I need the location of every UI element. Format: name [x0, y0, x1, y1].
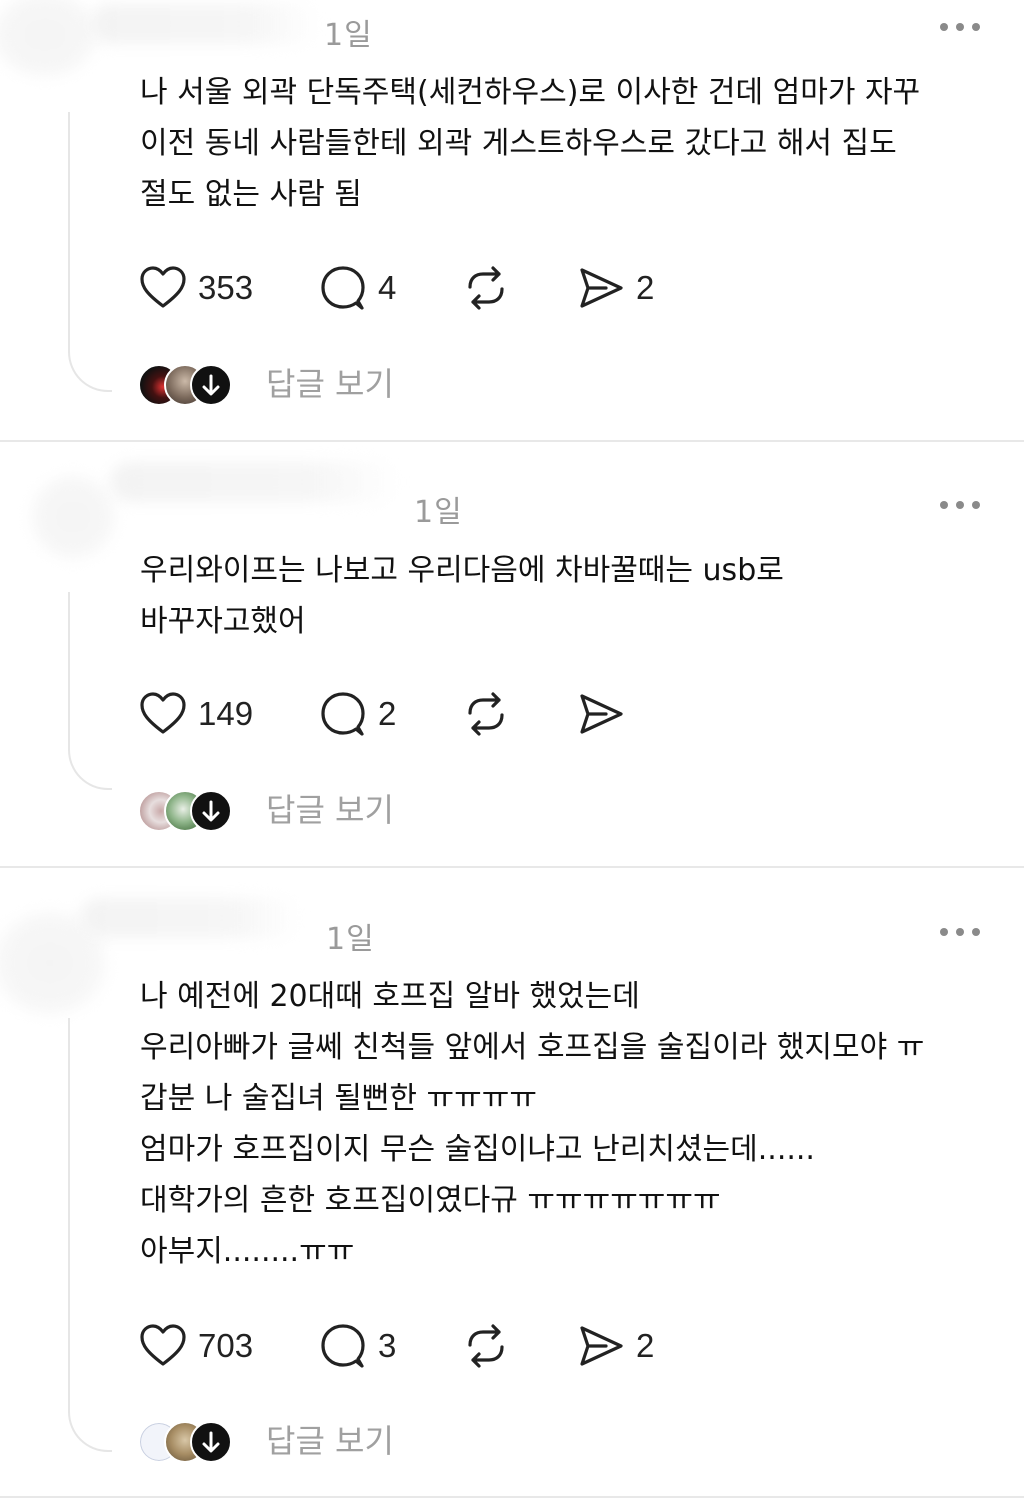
author-avatar[interactable]: [28, 472, 118, 562]
thread-line: [68, 112, 112, 392]
post-text-line: 엄마가 호프집이지 무슨 술집이냐고 난리치셨는데......: [140, 1132, 815, 1167]
post-content: 나 서울 외곽 단독주택(세컨하우스)로 이사한 건데 엄마가 자꾸 이전 동네…: [140, 67, 1000, 220]
action-bar: 703 3 2: [138, 1321, 698, 1371]
post-text-line: 나 서울 외곽 단독주택(세컨하우스)로 이사한 건데 엄마가 자꾸: [140, 75, 921, 110]
heart-icon: [140, 1324, 186, 1366]
repost-button[interactable]: [461, 1321, 511, 1371]
post-1: 1일 나 서울 외곽 단독주택(세컨하우스)로 이사한 건데 엄마가 자꾸 이전…: [0, 0, 1024, 442]
post-text-line: 우리아빠가 글쎄 친척들 앞에서 호프집을 술집이라 했지모야 ㅠ: [140, 1030, 925, 1065]
view-replies-link[interactable]: 답글 보기: [266, 788, 394, 832]
author-name[interactable]: [90, 4, 320, 44]
view-replies-link[interactable]: 답글 보기: [266, 362, 394, 406]
post-text-line: 갑분 나 술집녀 될뻔한 ㅠㅠㅠㅠ: [140, 1081, 537, 1116]
post-text-line: 아부지........ㅠㅠ: [140, 1234, 355, 1269]
arrow-down-icon: [202, 800, 220, 822]
more-options-button[interactable]: [940, 928, 980, 938]
comment-count: 2: [378, 695, 397, 732]
repost-icon: [468, 1324, 504, 1368]
thread-line: [68, 592, 112, 790]
expand-replies-button[interactable]: [190, 364, 232, 406]
author-name[interactable]: [110, 462, 400, 502]
more-dots-icon: [940, 23, 948, 31]
arrow-down-icon: [202, 374, 220, 396]
share-count: 2: [636, 1327, 655, 1364]
like-count: 353: [198, 269, 254, 306]
repost-button[interactable]: [461, 263, 511, 313]
send-icon: [580, 1326, 623, 1366]
repost-icon: [468, 266, 504, 310]
post-divider: [0, 1496, 1024, 1498]
speech-bubble-icon: [321, 692, 365, 736]
reply-avatars[interactable]: 답글 보기: [138, 788, 394, 832]
comment-count: 4: [378, 269, 397, 306]
heart-icon: [140, 266, 186, 308]
author-avatar[interactable]: [0, 0, 100, 80]
share-button[interactable]: 2: [576, 263, 654, 313]
send-icon: [580, 694, 623, 734]
action-bar: 353 4 2: [138, 263, 698, 313]
post-content: 우리와이프는 나보고 우리다음에 차바꿀때는 usb로 바꾸자고했어: [140, 545, 1000, 647]
post-2: 1일 우리와이프는 나보고 우리다음에 차바꿀때는 usb로 바꾸자고했어 14…: [0, 442, 1024, 868]
reply-avatars[interactable]: 답글 보기: [138, 1419, 394, 1463]
share-count: 2: [636, 269, 655, 306]
post-timestamp: 1일: [324, 18, 373, 53]
post-text-line: 이전 동네 사람들한테 외곽 게스트하우스로 갔다고 해서 집도: [140, 126, 897, 161]
post-text-line: 우리와이프는 나보고 우리다음에 차바꿀때는 usb로: [140, 553, 784, 588]
more-options-button[interactable]: [940, 23, 980, 33]
comment-count: 3: [378, 1327, 397, 1364]
repost-button[interactable]: [461, 689, 511, 739]
share-button[interactable]: 2: [576, 1321, 654, 1371]
more-dots-icon: [940, 928, 948, 936]
post-timestamp: 1일: [414, 495, 463, 530]
reply-avatars[interactable]: 답글 보기: [138, 362, 394, 406]
post-text-line: 바꾸자고했어: [140, 604, 306, 639]
post-content: 나 예전에 20대때 호프집 알바 했었는데 우리아빠가 글쎄 친척들 앞에서 …: [140, 971, 1000, 1277]
author-name[interactable]: [80, 898, 300, 938]
share-button[interactable]: [576, 689, 636, 739]
post-text-line: 절도 없는 사람 됨: [140, 177, 362, 212]
expand-replies-button[interactable]: [190, 1421, 232, 1463]
comment-button[interactable]: 2: [318, 689, 396, 739]
action-bar: 149 2: [138, 689, 698, 739]
comment-button[interactable]: 4: [318, 263, 396, 313]
like-button[interactable]: 353: [138, 263, 253, 313]
post-text-line: 대학가의 흔한 호프집이였다규 ㅠㅠㅠㅠㅠㅠㅠ: [140, 1183, 721, 1218]
thread-line: [68, 1018, 112, 1452]
expand-replies-button[interactable]: [190, 790, 232, 832]
send-icon: [580, 268, 623, 308]
post-3: 1일 나 예전에 20대때 호프집 알바 했었는데 우리아빠가 글쎄 친척들 앞…: [0, 868, 1024, 1510]
view-replies-link[interactable]: 답글 보기: [266, 1419, 394, 1463]
post-timestamp: 1일: [326, 922, 375, 957]
more-options-button[interactable]: [940, 501, 980, 511]
post-text-line: 나 예전에 20대때 호프집 알바 했었는데: [140, 979, 640, 1014]
comment-button[interactable]: 3: [318, 1321, 396, 1371]
like-button[interactable]: 703: [138, 1321, 253, 1371]
like-count: 149: [198, 695, 254, 732]
more-dots-icon: [940, 501, 948, 509]
speech-bubble-icon: [321, 1324, 365, 1368]
repost-icon: [468, 692, 504, 736]
arrow-down-icon: [202, 1431, 220, 1453]
heart-icon: [140, 692, 186, 734]
like-count: 703: [198, 1327, 254, 1364]
speech-bubble-icon: [321, 266, 365, 310]
like-button[interactable]: 149: [138, 689, 253, 739]
